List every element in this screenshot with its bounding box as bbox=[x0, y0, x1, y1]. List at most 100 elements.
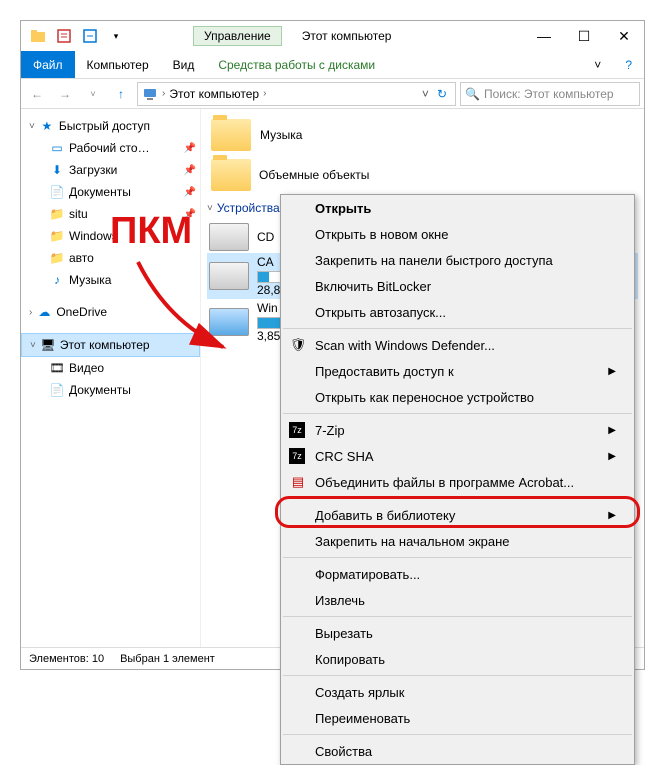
ctx-defender[interactable]: 🛡Scan with Windows Defender... bbox=[281, 332, 634, 358]
quick-access-toolbar: ▾ bbox=[21, 25, 133, 47]
navigation-pane: ˅★Быстрый доступ ▭Рабочий сто…📌 ⬇Загрузк… bbox=[21, 109, 201, 647]
separator bbox=[283, 498, 632, 499]
ctx-properties[interactable]: Свойства bbox=[281, 738, 634, 764]
drive-label: CD bbox=[257, 230, 274, 244]
tab-file[interactable]: Файл bbox=[21, 51, 75, 78]
video-icon: 🎞 bbox=[49, 360, 65, 376]
explorer-icon[interactable] bbox=[27, 25, 49, 47]
properties-icon[interactable] bbox=[53, 25, 75, 47]
ctx-format[interactable]: Форматировать... bbox=[281, 561, 634, 587]
desktop-icon: ▭ bbox=[49, 140, 65, 156]
nav-up-button[interactable]: ↑ bbox=[109, 82, 133, 106]
tab-view[interactable]: Вид bbox=[161, 51, 207, 78]
pc-icon: 🖥 bbox=[40, 337, 56, 353]
ctx-share[interactable]: Предоставить доступ к▶ bbox=[281, 358, 634, 384]
window-title: Этот компьютер bbox=[302, 29, 392, 43]
nav-back-button[interactable]: ← bbox=[25, 82, 49, 106]
ctx-rename[interactable]: Переименовать bbox=[281, 705, 634, 731]
chevron-right-icon[interactable]: › bbox=[162, 88, 165, 99]
search-input[interactable]: 🔍 Поиск: Этот компьютер bbox=[460, 82, 640, 106]
breadcrumb-item[interactable]: Этот компьютер bbox=[169, 87, 259, 101]
nav-windows[interactable]: 📁Windows bbox=[21, 225, 200, 247]
tab-drive-tools[interactable]: Средства работы с дисками bbox=[206, 51, 387, 78]
qat-dropdown-icon[interactable]: ▾ bbox=[105, 25, 127, 47]
context-menu: Открыть Открыть в новом окне Закрепить н… bbox=[280, 194, 635, 765]
folder-3d-objects[interactable]: Объемные объекты bbox=[207, 155, 638, 195]
star-icon: ★ bbox=[39, 118, 55, 134]
close-button[interactable]: ✕ bbox=[604, 21, 644, 51]
nav-history-icon[interactable]: ˅ bbox=[81, 82, 105, 106]
tab-computer[interactable]: Компьютер bbox=[75, 51, 161, 78]
search-placeholder: Поиск: Этот компьютер bbox=[484, 87, 614, 101]
nav-documents2[interactable]: 📄Документы bbox=[21, 379, 200, 401]
nav-quick-access[interactable]: ˅★Быстрый доступ bbox=[21, 115, 200, 137]
ctx-open-new-window[interactable]: Открыть в новом окне bbox=[281, 221, 634, 247]
folder-music[interactable]: ♪ Музыка bbox=[207, 115, 638, 155]
music-icon: ♪ bbox=[49, 272, 65, 288]
new-folder-icon[interactable] bbox=[79, 25, 101, 47]
search-icon: 🔍 bbox=[465, 87, 480, 101]
ribbon-context-tab: Управление bbox=[193, 26, 282, 46]
ctx-shortcut[interactable]: Создать ярлык bbox=[281, 679, 634, 705]
separator bbox=[283, 413, 632, 414]
ctx-open[interactable]: Открыть bbox=[281, 195, 634, 221]
shield-icon: 🛡 bbox=[289, 336, 307, 354]
help-icon[interactable]: ? bbox=[613, 51, 644, 78]
ctx-7zip[interactable]: 7z7-Zip▶ bbox=[281, 417, 634, 443]
ctx-eject[interactable]: Извлечь bbox=[281, 587, 634, 613]
ctx-library[interactable]: Добавить в библиотеку▶ bbox=[281, 502, 634, 528]
usb-drive-icon bbox=[209, 262, 249, 290]
chevron-right-icon: ▶ bbox=[608, 425, 616, 436]
nav-videos[interactable]: 🎞Видео bbox=[21, 357, 200, 379]
ctx-acrobat[interactable]: ▤Объединить файлы в программе Acrobat... bbox=[281, 469, 634, 495]
breadcrumb[interactable]: › Этот компьютер › ˅ ↻ bbox=[137, 82, 456, 106]
ribbon-expand-icon[interactable]: ˅ bbox=[582, 51, 613, 78]
nav-documents[interactable]: 📄Документы📌 bbox=[21, 181, 200, 203]
separator bbox=[283, 328, 632, 329]
separator bbox=[283, 616, 632, 617]
ctx-cut[interactable]: Вырезать bbox=[281, 620, 634, 646]
separator bbox=[283, 557, 632, 558]
folder-icon bbox=[211, 159, 251, 191]
folder-label: Музыка bbox=[260, 128, 302, 142]
pc-icon bbox=[142, 86, 158, 102]
ribbon-tabs: Файл Компьютер Вид Средства работы с дис… bbox=[21, 51, 644, 79]
nav-music[interactable]: ♪Музыка bbox=[21, 269, 200, 291]
nav-desktop[interactable]: ▭Рабочий сто…📌 bbox=[21, 137, 200, 159]
maximize-button[interactable]: ☐ bbox=[564, 21, 604, 51]
chevron-right-icon: ▶ bbox=[608, 451, 616, 462]
refresh-icon[interactable]: ↻ bbox=[433, 87, 451, 101]
status-selection: Выбран 1 элемент bbox=[120, 653, 215, 665]
separator bbox=[283, 675, 632, 676]
ctx-copy[interactable]: Копировать bbox=[281, 646, 634, 672]
nav-downloads[interactable]: ⬇Загрузки📌 bbox=[21, 159, 200, 181]
folder-icon bbox=[211, 119, 251, 151]
history-dropdown-icon[interactable]: ˅ bbox=[422, 87, 429, 101]
ctx-crc[interactable]: 7zCRC SHA▶ bbox=[281, 443, 634, 469]
nav-this-pc[interactable]: ˅🖥Этот компьютер bbox=[21, 333, 200, 357]
window-controls: — ☐ ✕ bbox=[524, 21, 644, 51]
ctx-bitlocker[interactable]: Включить BitLocker bbox=[281, 273, 634, 299]
chevron-right-icon: ▶ bbox=[608, 510, 616, 521]
nav-situ[interactable]: 📁situ📌 bbox=[21, 203, 200, 225]
cloud-icon: ☁ bbox=[36, 304, 52, 320]
cd-drive-icon bbox=[209, 223, 249, 251]
pdf-icon: ▤ bbox=[289, 473, 307, 491]
7zip-icon: 7z bbox=[289, 422, 305, 438]
ctx-pin-quick-access[interactable]: Закрепить на панели быстрого доступа bbox=[281, 247, 634, 273]
folder-icon: 📁 bbox=[49, 250, 65, 266]
address-bar: ← → ˅ ↑ › Этот компьютер › ˅ ↻ 🔍 Поиск: … bbox=[21, 79, 644, 109]
ctx-pin-start[interactable]: Закрепить на начальном экране bbox=[281, 528, 634, 554]
minimize-button[interactable]: — bbox=[524, 21, 564, 51]
ctx-autoplay[interactable]: Открыть автозапуск... bbox=[281, 299, 634, 325]
chevron-right-icon[interactable]: › bbox=[263, 88, 266, 99]
status-item-count: Элементов: 10 bbox=[29, 653, 104, 665]
ctx-portable[interactable]: Открыть как переносное устройство bbox=[281, 384, 634, 410]
nav-onedrive[interactable]: ›☁OneDrive bbox=[21, 301, 200, 323]
folder-icon: 📁 bbox=[49, 228, 65, 244]
titlebar: ▾ Управление Этот компьютер — ☐ ✕ bbox=[21, 21, 644, 51]
nav-avto[interactable]: 📁авто bbox=[21, 247, 200, 269]
download-icon: ⬇ bbox=[49, 162, 65, 178]
folder-label: Объемные объекты bbox=[259, 168, 369, 182]
nav-forward-button[interactable]: → bbox=[53, 82, 77, 106]
